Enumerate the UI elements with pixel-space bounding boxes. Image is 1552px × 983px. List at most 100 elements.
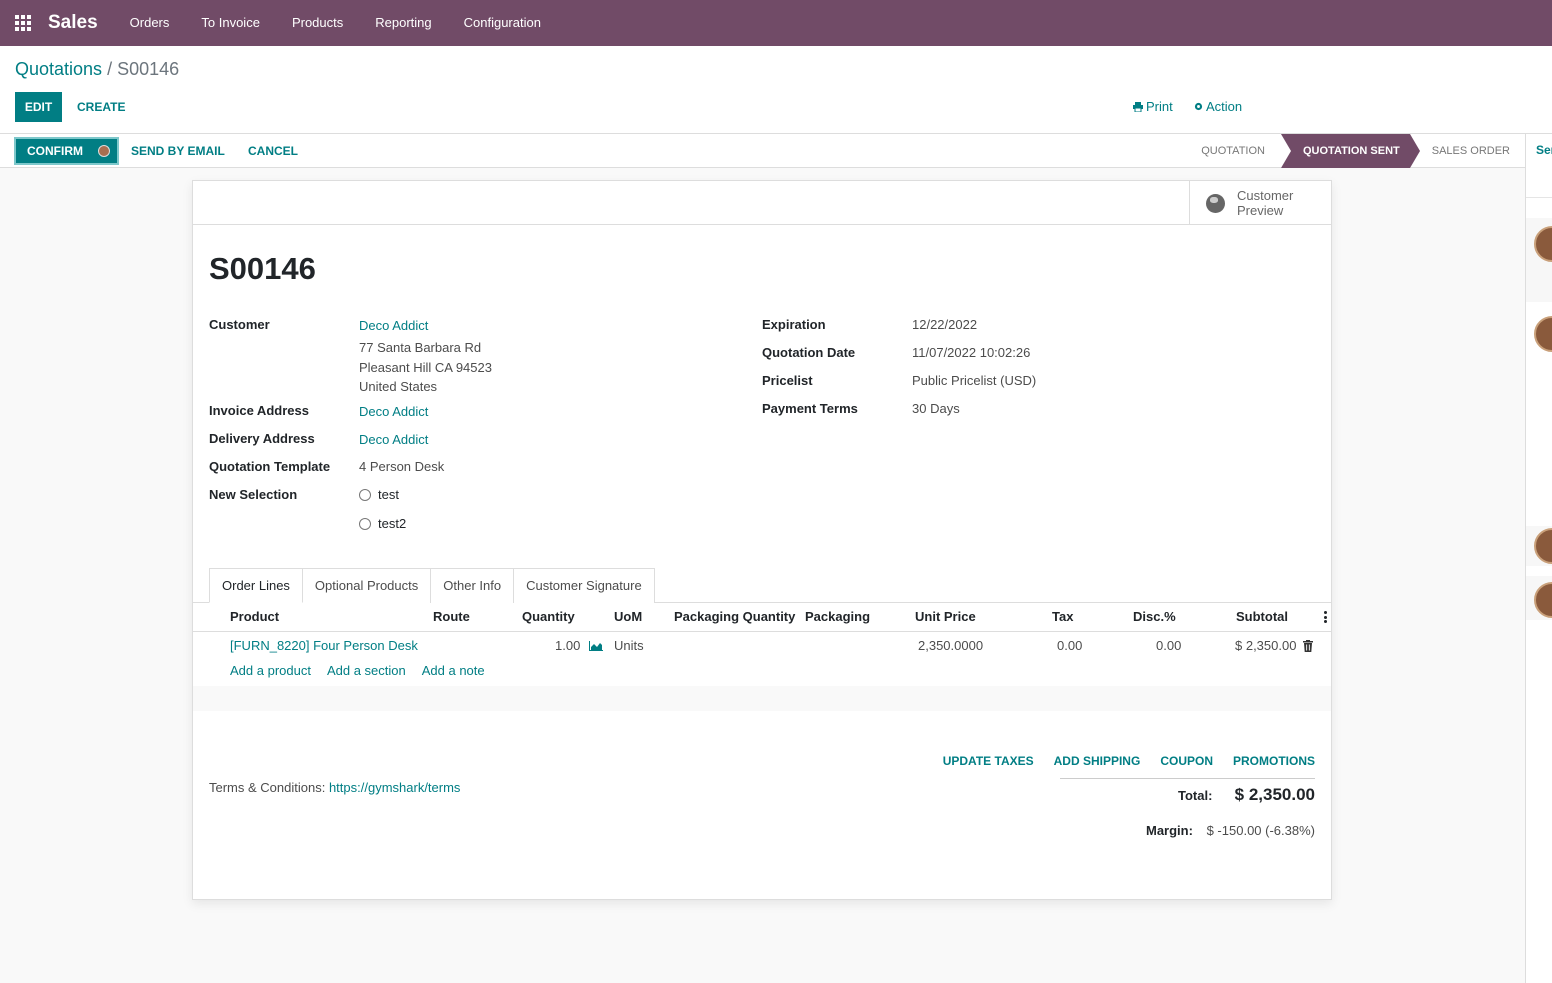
confirm-label: CONFIRM [27, 144, 83, 158]
app-name[interactable]: Sales [48, 12, 98, 34]
address-line-1: 77 Santa Barbara Rd [359, 340, 482, 355]
tab-other-info[interactable]: Other Info [430, 568, 515, 603]
customer-preview-button[interactable]: Customer Preview [1189, 181, 1331, 225]
add-line-links: Add a product Add a section Add a note [230, 660, 485, 686]
control-panel: Quotations / S00146 EDIT CREATE Print Ac… [0, 46, 1552, 134]
quotation-template-label: Quotation Template [209, 459, 331, 474]
action-button[interactable]: Action [1194, 92, 1242, 122]
avatar [98, 145, 110, 157]
customer-link[interactable]: Deco Addict [359, 318, 492, 333]
breadcrumb-current: S00146 [117, 59, 180, 79]
chatter-divider [1526, 197, 1552, 198]
customer-label: Customer [209, 317, 270, 332]
form-sheet: Customer Preview S00146 Customer Deco Ad… [192, 180, 1332, 900]
menu-to-invoice[interactable]: To Invoice [185, 0, 276, 46]
margin-label: Margin: [1146, 823, 1193, 838]
total-label: Total: [1178, 788, 1213, 803]
terms-link[interactable]: https://gymshark/terms [329, 780, 460, 795]
coupon-button[interactable]: COUPON [1160, 754, 1213, 768]
add-section-link[interactable]: Add a section [327, 660, 406, 686]
new-selection-label: New Selection [209, 487, 298, 502]
menu-products[interactable]: Products [276, 0, 359, 46]
stage-quotation-sent[interactable]: QUOTATION SENT [1280, 134, 1420, 168]
margin-value: $ -150.00 (-6.38%) [1206, 823, 1315, 838]
column-packaging[interactable]: Packaging [805, 603, 870, 631]
column-unit-price[interactable]: Unit Price [915, 603, 976, 631]
column-uom[interactable]: UoM [614, 603, 642, 631]
total-value: $ 2,350.00 [1234, 785, 1315, 804]
radio-circle-icon [359, 517, 371, 530]
stage-sales-order[interactable]: SALES ORDER [1410, 134, 1526, 168]
radio-circle-icon [359, 488, 371, 501]
expiration-value: 12/22/2022 [912, 317, 978, 332]
expiration-label: Expiration [762, 317, 826, 332]
tab-optional-products[interactable]: Optional Products [301, 568, 432, 603]
radio-test-label: test [378, 487, 399, 502]
table-row[interactable]: [FURN_8220] Four Person Desk 1.00 Units … [193, 632, 1331, 660]
forecast-chart-icon[interactable] [589, 641, 603, 651]
promotions-button[interactable]: PROMOTIONS [1233, 754, 1315, 768]
order-action-buttons: UPDATE TAXES ADD SHIPPING COUPON PROMOTI… [943, 754, 1315, 768]
add-product-link[interactable]: Add a product [230, 660, 311, 686]
add-note-link[interactable]: Add a note [422, 660, 485, 686]
status-stages: QUOTATION QUOTATION SENT SALES ORDER [1185, 134, 1526, 168]
action-label: Action [1206, 99, 1243, 114]
row-uom: Units [614, 638, 644, 653]
address-line-3: United States [359, 379, 438, 394]
stage-quotation[interactable]: QUOTATION [1185, 134, 1281, 168]
column-quantity[interactable]: Quantity [522, 603, 575, 631]
tab-customer-signature[interactable]: Customer Signature [513, 568, 655, 603]
payment-terms-value: 30 Days [912, 401, 960, 416]
row-tax: 0.00 [1057, 638, 1083, 653]
confirm-button[interactable]: CONFIRM [14, 137, 119, 165]
tab-order-lines[interactable]: Order Lines [209, 568, 303, 603]
radio-test2[interactable]: test2 [359, 516, 406, 531]
invoice-address-label: Invoice Address [209, 403, 309, 418]
menu-orders[interactable]: Orders [114, 0, 186, 46]
send-message-button[interactable]: Send message [1536, 143, 1552, 157]
edit-button[interactable]: EDIT [15, 92, 62, 122]
terms-label: Terms & Conditions: [209, 780, 326, 795]
customer-field: Deco Addict 77 Santa Barbara Rd Pleasant… [359, 318, 492, 397]
order-lines-header: Product Route Quantity UoM Packaging Qua… [193, 603, 1331, 632]
menu-reporting[interactable]: Reporting [359, 0, 447, 46]
print-icon [1133, 102, 1143, 113]
print-button[interactable]: Print [1133, 92, 1173, 122]
cancel-button[interactable]: CANCEL [248, 134, 298, 168]
row-product[interactable]: [FURN_8220] Four Person Desk [230, 632, 418, 660]
column-product[interactable]: Product [230, 603, 279, 631]
radio-test[interactable]: test [359, 487, 399, 502]
globe-icon [1206, 193, 1225, 213]
delivery-address-link[interactable]: Deco Addict [359, 432, 428, 447]
table-footer [193, 686, 1331, 711]
invoice-address-link[interactable]: Deco Addict [359, 404, 428, 419]
print-label: Print [1146, 99, 1173, 114]
column-discount[interactable]: Disc.% [1133, 603, 1176, 631]
status-bar: CONFIRM SEND BY EMAIL CANCEL QUOTATION Q… [0, 134, 1526, 168]
customer-preview-label: Customer Preview [1237, 188, 1294, 218]
delivery-address-label: Delivery Address [209, 431, 315, 446]
pricelist-label: Pricelist [762, 373, 813, 388]
radio-test2-label: test2 [378, 516, 407, 531]
apps-menu-icon[interactable] [0, 0, 46, 46]
row-unit-price: 2,350.0000 [918, 638, 984, 653]
column-subtotal[interactable]: Subtotal [1236, 603, 1288, 631]
quotation-template-value: 4 Person Desk [359, 459, 445, 474]
column-tax[interactable]: Tax [1052, 603, 1073, 631]
notebook-tabs: Order Lines Optional Products Other Info… [209, 568, 655, 603]
row-subtotal: $ 2,350.00 [1235, 638, 1297, 653]
send-by-email-button[interactable]: SEND BY EMAIL [131, 134, 225, 168]
column-packaging-quantity[interactable]: Packaging Quantity [674, 603, 795, 631]
quotation-date-value: 11/07/2022 10:02:26 [912, 345, 1031, 360]
page-title: S00146 [209, 251, 316, 286]
menu-configuration[interactable]: Configuration [448, 0, 557, 46]
address-line-2: Pleasant Hill CA 94523 [359, 359, 492, 375]
update-taxes-button[interactable]: UPDATE TAXES [943, 754, 1034, 768]
terms-and-conditions: Terms & Conditions: https://gymshark/ter… [209, 780, 460, 795]
trash-icon[interactable] [1303, 640, 1313, 652]
create-button[interactable]: CREATE [77, 92, 125, 122]
optional-columns-icon[interactable] [1324, 611, 1327, 623]
breadcrumb-quotations[interactable]: Quotations [15, 59, 102, 79]
add-shipping-button[interactable]: ADD SHIPPING [1054, 754, 1141, 768]
column-route[interactable]: Route [433, 603, 470, 631]
